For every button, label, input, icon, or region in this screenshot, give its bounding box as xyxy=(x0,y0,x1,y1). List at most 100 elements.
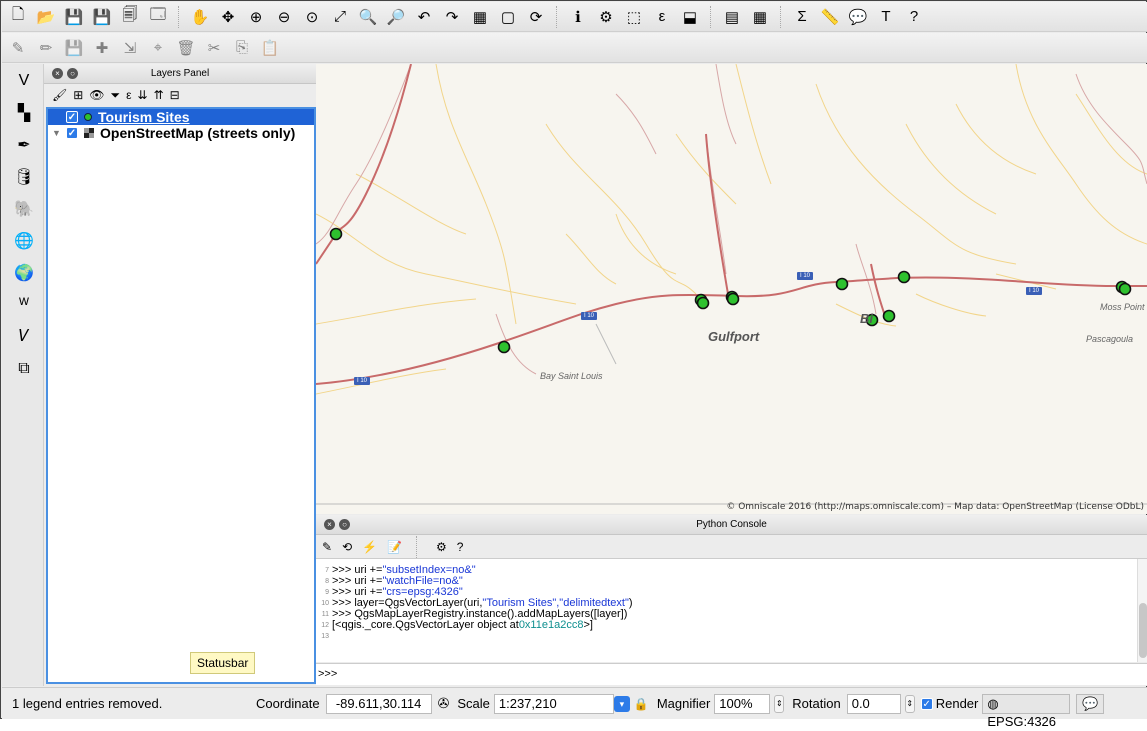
magnifier-field[interactable]: 100% xyxy=(714,693,771,714)
add-group-icon[interactable]: ⊞ xyxy=(73,88,83,102)
python-console-output[interactable]: 7 >>> uri += "subsetIndex=no&" 8 >>> uri +=… xyxy=(316,559,1137,662)
zoom-in-icon[interactable]: ⊕ xyxy=(244,5,268,29)
python-console-input[interactable]: >>> xyxy=(316,663,1147,685)
zoom-last-icon[interactable]: ↶ xyxy=(412,5,436,29)
deselect-features-icon[interactable]: ⬓ xyxy=(678,5,702,29)
render-checkbox[interactable]: ✓ xyxy=(920,697,933,710)
float-console-button[interactable]: ○ xyxy=(339,519,350,530)
run-feature-action-icon[interactable]: ⚙ xyxy=(594,5,618,29)
save-as-icon[interactable]: 💾 xyxy=(90,5,114,29)
import-class-icon[interactable]: ⟲ xyxy=(342,540,352,554)
delete-selected-icon[interactable]: 🗑 xyxy=(174,36,198,60)
close-panel-button[interactable]: × xyxy=(52,68,63,79)
float-panel-button[interactable]: ○ xyxy=(67,68,78,79)
move-feature-icon[interactable]: ⇲ xyxy=(118,36,142,60)
scale-dropdown-button[interactable]: ▾ xyxy=(613,695,630,712)
new-print-composer-icon[interactable]: 🗐 xyxy=(118,5,142,29)
lock-scale-icon[interactable]: 🔒 xyxy=(634,697,649,711)
save-project-icon[interactable]: 💾 xyxy=(62,5,86,29)
open-project-icon[interactable]: 📂 xyxy=(34,5,58,29)
zoom-full-icon[interactable]: ⤢ xyxy=(328,5,352,29)
current-edits-icon[interactable]: ✎ xyxy=(6,36,30,60)
add-postgis-layer-icon[interactable]: 🐘 xyxy=(10,196,38,222)
paste-features-icon[interactable]: 📋 xyxy=(258,36,282,60)
console-text-hex: 0x11e1a2cc8 xyxy=(518,619,584,631)
add-raster-layer-icon[interactable]: ▚ xyxy=(10,100,38,126)
clear-console-icon[interactable]: ✎ xyxy=(322,540,332,554)
cut-features-icon[interactable]: ✂ xyxy=(202,36,226,60)
text-annotation-icon[interactable]: T xyxy=(874,5,898,29)
add-wfs-layer-icon[interactable]: ᵂ xyxy=(10,292,38,318)
select-features-icon[interactable]: ⬚ xyxy=(622,5,646,29)
show-editor-icon[interactable]: 📝 xyxy=(387,540,402,554)
add-wms-layer-icon[interactable]: 🌐 xyxy=(10,228,38,254)
map-canvas[interactable]: I 10 I 10 I 10 I 10 Gulfport Bay Saint L… xyxy=(316,64,1147,514)
new-bookmark-icon[interactable]: ▢ xyxy=(496,5,520,29)
layer-item-tourism-sites[interactable]: ✓ Tourism Sites xyxy=(48,109,314,125)
refresh-icon[interactable]: ⟳ xyxy=(524,5,548,29)
open-layer-styling-icon[interactable]: 🖌 xyxy=(52,88,67,102)
rotation-field[interactable]: 0.0 xyxy=(846,693,901,714)
toggle-editing-icon[interactable]: ✏ xyxy=(34,36,58,60)
composer-manager-icon[interactable]: 🗔 xyxy=(146,5,170,29)
open-attribute-table-icon[interactable]: ▤ xyxy=(720,5,744,29)
statusbar-tooltip: Statusbar xyxy=(190,652,256,674)
expand-all-icon[interactable]: ⇊ xyxy=(138,88,148,102)
messages-button[interactable]: 💬 xyxy=(1076,693,1105,714)
magnifier-spinner[interactable]: ⇕ xyxy=(774,694,785,713)
save-layer-edits-icon[interactable]: 💾 xyxy=(62,36,86,60)
raster-tile-icon xyxy=(84,128,94,138)
new-shapefile-layer-icon[interactable]: 𝑉 xyxy=(10,324,38,350)
scale-field[interactable]: 1:237,210 xyxy=(493,693,614,714)
collapse-all-icon[interactable]: ⇈ xyxy=(154,88,164,102)
copy-features-icon[interactable]: ⎘ xyxy=(230,36,254,60)
filter-by-expression-icon[interactable]: ε xyxy=(126,88,131,102)
zoom-to-selection-icon[interactable]: 🔍 xyxy=(356,5,380,29)
close-console-button[interactable]: × xyxy=(324,519,335,530)
help-icon[interactable]: ? xyxy=(457,540,464,554)
crs-label: EPSG:4326 xyxy=(987,713,1057,729)
layer-tree[interactable]: ✓ Tourism Sites ▼ ✓ OpenStreetMap (stree… xyxy=(46,107,316,684)
new-project-icon[interactable]: 🗋 xyxy=(6,5,30,29)
toolbar-separator xyxy=(556,5,564,28)
add-feature-icon[interactable]: ✚ xyxy=(90,36,114,60)
console-scrollbar[interactable] xyxy=(1137,559,1147,662)
zoom-out-icon[interactable]: ⊖ xyxy=(272,5,296,29)
pan-to-selection-icon[interactable]: ✥ xyxy=(216,5,240,29)
layer-visibility-checkbox[interactable]: ✓ xyxy=(66,127,78,139)
manage-visibility-icon[interactable]: 👁 xyxy=(89,88,104,102)
crs-button[interactable]: ◍ EPSG:4326 xyxy=(982,693,1071,729)
zoom-to-layer-icon[interactable]: 🔎 xyxy=(384,5,408,29)
settings-icon[interactable]: ⚙ xyxy=(436,540,447,554)
map-tips-icon[interactable]: 💬 xyxy=(846,5,870,29)
statistical-summary-icon[interactable]: Σ xyxy=(790,5,814,29)
zoom-actual-size-icon[interactable]: ⊙ xyxy=(300,5,324,29)
select-by-expression-icon[interactable]: ε xyxy=(650,5,674,29)
add-spatialite-layer-icon[interactable]: 🛢 xyxy=(10,164,38,190)
layer-visibility-checkbox[interactable]: ✓ xyxy=(66,111,78,123)
node-tool-icon[interactable]: ⌖ xyxy=(146,36,170,60)
layer-item-openstreetmap[interactable]: ▼ ✓ OpenStreetMap (streets only) xyxy=(48,125,314,141)
help-contents-icon[interactable]: ? xyxy=(902,5,926,29)
rotation-spinner[interactable]: ⇕ xyxy=(904,694,915,713)
open-field-calculator-icon[interactable]: ▦ xyxy=(748,5,772,29)
new-map-view-icon[interactable]: ▦ xyxy=(468,5,492,29)
run-command-icon[interactable]: ⚡ xyxy=(362,540,377,554)
add-vector-layer-icon[interactable]: V xyxy=(10,68,38,94)
add-delimited-text-layer-icon[interactable]: ✒ xyxy=(10,132,38,158)
measure-line-icon[interactable]: 📏 xyxy=(818,5,842,29)
pan-map-icon[interactable]: ✋ xyxy=(188,5,212,29)
console-scroll-thumb[interactable] xyxy=(1139,603,1147,658)
zoom-next-icon[interactable]: ↷ xyxy=(440,5,464,29)
console-text-pre: [<qgis._core.QgsVectorLayer object at xyxy=(332,619,519,631)
remove-layer-icon[interactable]: ⊟ xyxy=(170,88,180,102)
layers-panel-toolbar: 🖌 ⊞ 👁 ⏷ ε ⇊ ⇈ ⊟ xyxy=(44,84,316,106)
coordinate-field[interactable]: -89.611,30.114 xyxy=(325,693,432,714)
add-wcs-layer-icon[interactable]: 🌍 xyxy=(10,260,38,286)
add-virtual-layer-icon[interactable]: ⧉ xyxy=(10,356,38,382)
identify-features-icon[interactable]: ℹ xyxy=(566,5,590,29)
expand-arrow-icon[interactable]: ▼ xyxy=(52,128,64,138)
toolbar-separator xyxy=(178,5,186,28)
filter-legend-icon[interactable]: ⏷ xyxy=(111,88,121,103)
toggle-extents-icon[interactable]: ✇ xyxy=(438,695,450,712)
